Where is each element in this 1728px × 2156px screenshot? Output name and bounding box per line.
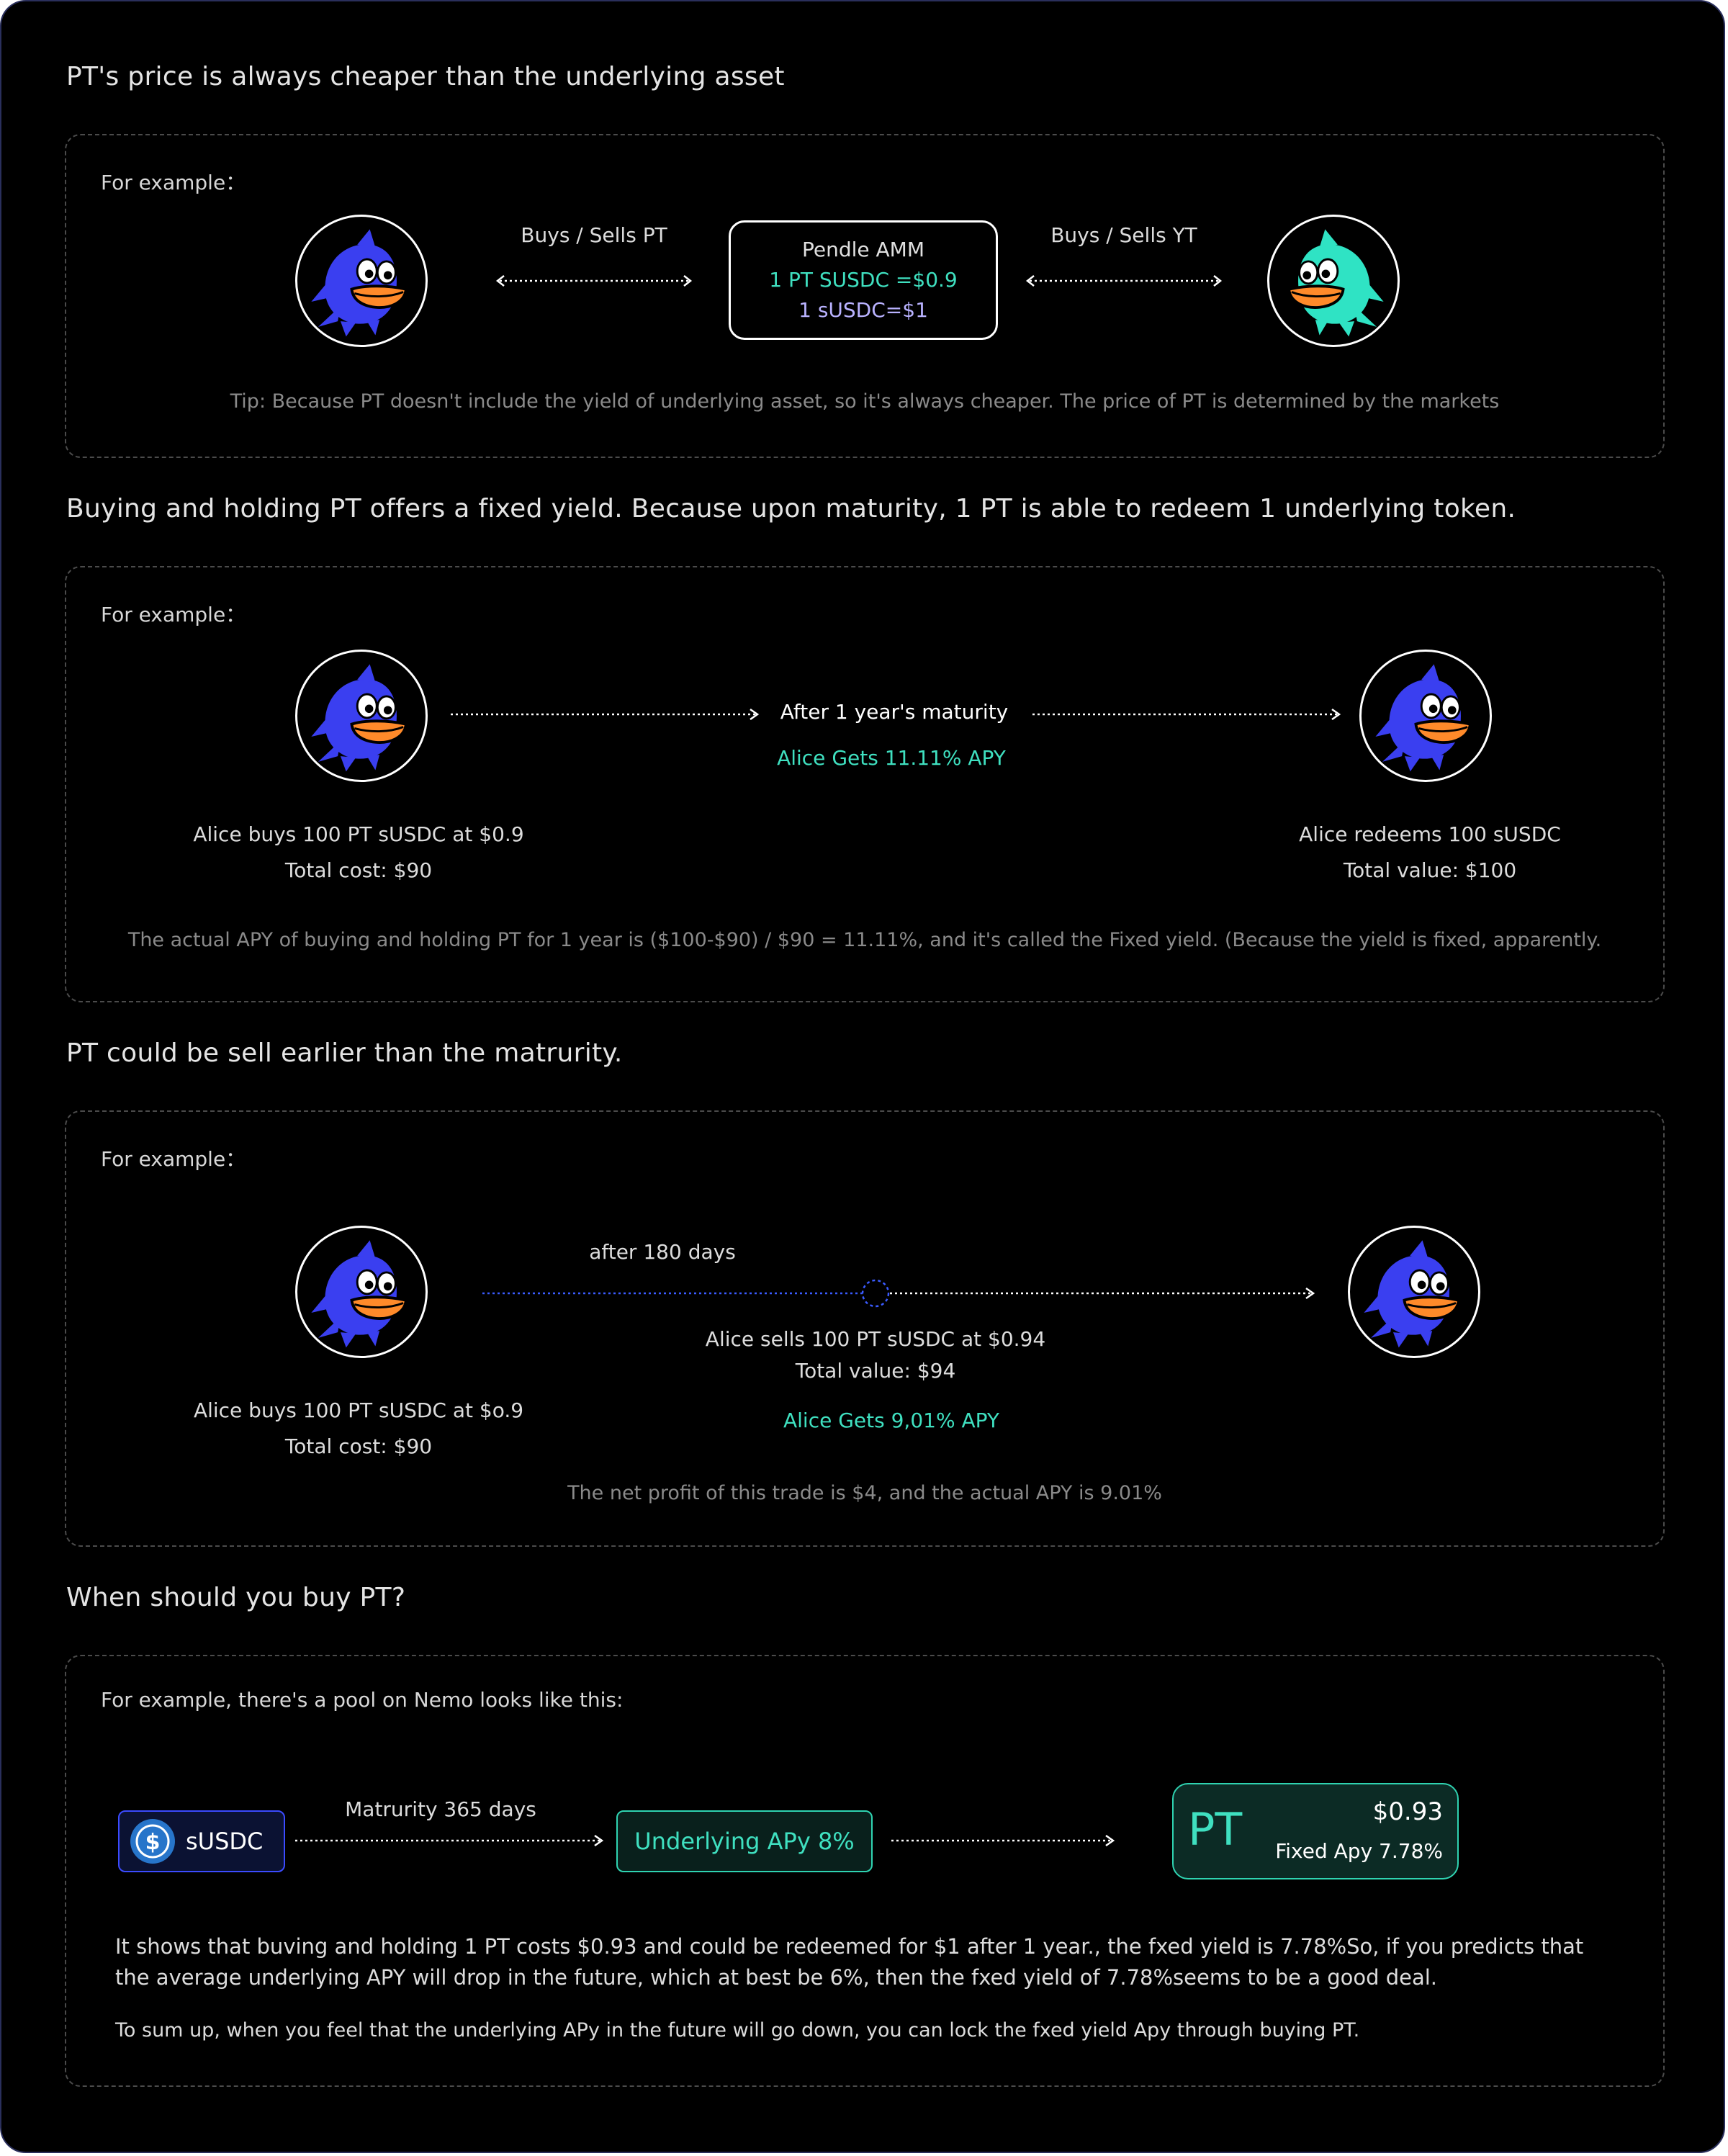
blue-fish-mascot-icon <box>295 650 428 782</box>
dotted-arrow-icon <box>449 707 760 722</box>
main-card: PT's price is always cheaper than the un… <box>0 0 1725 2153</box>
teal-fish-mascot-icon <box>1267 215 1400 347</box>
example-label: For example： <box>101 171 246 194</box>
sell-caption-line: Total value: $94 <box>795 1359 956 1383</box>
pt-fixed-apy: Fixed Apy 7.78% <box>1275 1839 1443 1863</box>
sell-caption-line: Alice sells 100 PT sUSDC at $0.94 <box>705 1327 1046 1351</box>
amm-susdc-price: 1 sUSDC=$1 <box>798 298 928 322</box>
blue-fish-mascot-icon <box>1348 1226 1480 1358</box>
apy-result-label: Alice Gets 11.11% APY <box>777 746 1006 770</box>
example-label: For example： <box>101 1147 246 1171</box>
example-label: For example： <box>101 603 246 626</box>
buyer-caption-line: Alice buys 100 PT sUSDC at $o.9 <box>193 1398 524 1422</box>
buyer-caption-line: Alice buys 100 PT sUSDC at $0.9 <box>193 822 524 846</box>
explanation-paragraph: It shows that buving and holding 1 PT co… <box>115 1934 1584 1990</box>
underlying-apy-chip: Underlying APy 8% <box>616 1810 873 1872</box>
blue-fish-mascot-icon <box>295 1226 428 1358</box>
redeemer-caption: Alice redeems 100 sUSDC Total value: $10… <box>1214 817 1646 889</box>
token-name: sUSDC <box>186 1828 264 1855</box>
pool-intro-text: For example, there's a pool on Nemo look… <box>101 1688 624 1712</box>
double-arrow-icon <box>1025 274 1223 288</box>
pt-price-card: PT $0.93 Fixed Apy 7.78% <box>1172 1783 1459 1879</box>
amm-pt-price: 1 PT SUSDC =$0.9 <box>769 268 958 292</box>
buyer-caption: Alice buys 100 PT sUSDC at $o.9 Total co… <box>143 1393 575 1465</box>
section-heading-when-to-buy: When should you buy PT? <box>66 1583 406 1612</box>
svg-text:$: $ <box>145 1830 161 1855</box>
maturity-days-label: Matrurity 365 days <box>345 1797 536 1821</box>
buyer-caption-line: Total cost: $90 <box>284 1434 433 1458</box>
buys-sells-pt-label: Buys / Sells PT <box>521 223 667 247</box>
maturity-label: After 1 year's maturity <box>780 700 1009 724</box>
redeemer-caption-line: Alice redeems 100 sUSDC <box>1299 822 1561 846</box>
profit-note: The net profit of this trade is $4, and … <box>567 1482 1162 1504</box>
redeemer-caption-line: Total value: $100 <box>1343 858 1517 882</box>
section-heading-fixed-yield: Buying and holding PT offers a fixed yie… <box>66 494 1516 524</box>
buyer-caption-line: Total cost: $90 <box>284 858 433 882</box>
apy-explanation-note: The actual APY of buying and holding PT … <box>127 929 1602 951</box>
blue-fish-mascot-icon <box>1359 650 1492 782</box>
sell-caption: Alice sells 100 PT sUSDC at $0.94 Total … <box>660 1324 1092 1387</box>
pendle-amm-box: Pendle AMM 1 PT SUSDC =$0.9 1 sUSDC=$1 <box>729 220 998 340</box>
timeline-arrow-icon <box>481 1279 1316 1308</box>
section-heading-pt-price: PT's price is always cheaper than the un… <box>66 62 785 91</box>
double-arrow-icon <box>495 274 693 288</box>
pt-symbol: PT <box>1188 1803 1243 1856</box>
usdc-coin-icon: $ <box>130 1818 176 1864</box>
amm-title: Pendle AMM <box>801 238 924 261</box>
tip-text: Tip: Because PT doesn't include the yiel… <box>230 390 1500 413</box>
summary-text: To sum up, when you feel that the underl… <box>115 2019 1360 2042</box>
pt-price: $0.93 <box>1372 1797 1443 1826</box>
apy-result-label: Alice Gets 9,01% APY <box>783 1409 999 1432</box>
timeline-label: after 180 days <box>589 1240 736 1264</box>
buys-sells-yt-label: Buys / Sells YT <box>1050 223 1197 247</box>
buyer-caption: Alice buys 100 PT sUSDC at $0.9 Total co… <box>143 817 575 889</box>
dotted-arrow-icon <box>294 1833 605 1848</box>
dotted-arrow-icon <box>1031 707 1342 722</box>
dotted-arrow-icon <box>890 1833 1116 1848</box>
blue-fish-mascot-icon <box>295 215 428 347</box>
section-heading-sell-early: PT could be sell earlier than the matrur… <box>66 1038 623 1068</box>
susdc-token-chip: $ sUSDC <box>118 1810 285 1872</box>
